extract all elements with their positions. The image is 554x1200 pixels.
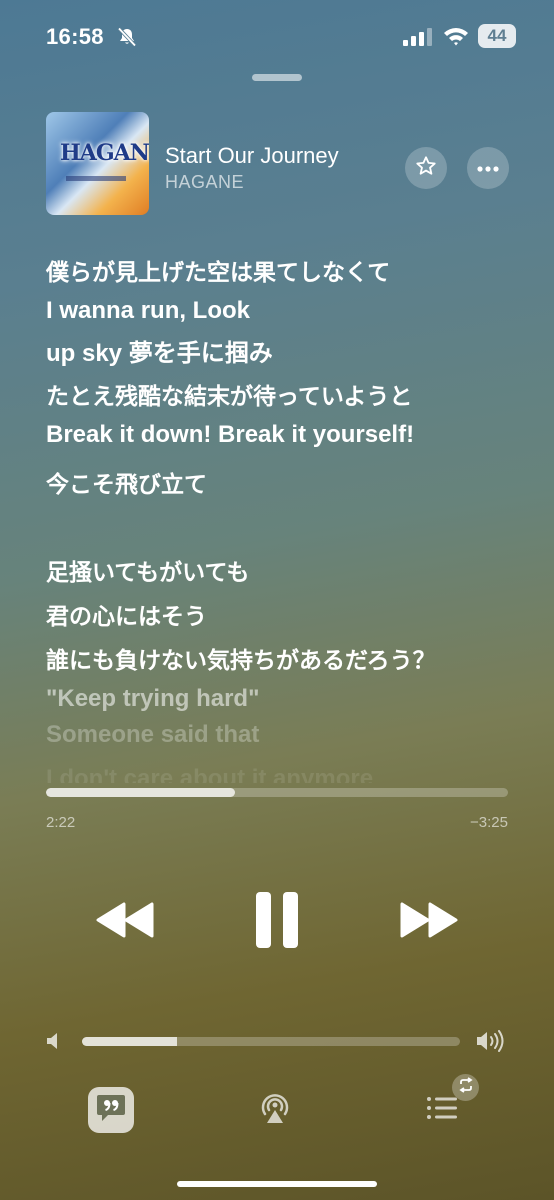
lyric-line[interactable]: Someone said that xyxy=(46,721,259,749)
speaker-high-icon xyxy=(476,1028,506,1059)
battery-indicator: 44 xyxy=(478,24,516,48)
lyric-line[interactable]: Break it down! Break it yourself! xyxy=(46,421,414,449)
track-artist[interactable]: HAGANE xyxy=(165,172,244,193)
queue-button[interactable] xyxy=(426,1095,460,1126)
volume-level-fill xyxy=(82,1037,177,1046)
quote-bubble-icon xyxy=(95,1093,127,1128)
lyric-line[interactable]: I don't care about it anymore xyxy=(46,765,373,783)
repeat-icon xyxy=(458,1077,474,1098)
elapsed-time: 2:22 xyxy=(46,814,76,831)
lyric-line[interactable]: 足掻いてもがいても xyxy=(46,553,249,587)
airplay-icon xyxy=(257,1094,293,1130)
status-time: 16:58 xyxy=(46,24,104,49)
lyric-line[interactable]: I wanna run, Look xyxy=(46,297,250,325)
playback-scrubber[interactable] xyxy=(46,788,508,797)
playback-progress-fill xyxy=(46,788,236,797)
cellular-signal-icon xyxy=(403,28,433,51)
lyric-line[interactable]: up sky 夢を手に掴み xyxy=(46,333,273,368)
pause-icon xyxy=(255,892,299,953)
backward-icon xyxy=(96,902,154,942)
remaining-time: −3:25 xyxy=(470,814,508,831)
artwork-logo: HAGANE xyxy=(60,140,149,166)
volume-slider[interactable] xyxy=(82,1037,460,1046)
lyric-line[interactable]: 僕らが見上げた空は果てしなくて xyxy=(46,253,390,287)
album-artwork: HAGANE xyxy=(46,112,149,215)
lyrics-button[interactable] xyxy=(88,1087,134,1133)
ellipsis-icon xyxy=(477,159,499,177)
star-icon xyxy=(415,155,437,182)
sheet-grabber[interactable] xyxy=(252,74,302,81)
home-indicator[interactable] xyxy=(177,1181,377,1187)
forward-icon xyxy=(400,902,458,942)
lyric-line[interactable]: 君の心にはそう xyxy=(46,597,207,631)
wifi-icon xyxy=(443,25,469,52)
lyric-line[interactable]: 今こそ飛び立て xyxy=(46,465,207,499)
speaker-low-icon xyxy=(46,1032,62,1055)
previous-track-button[interactable] xyxy=(96,902,154,943)
favorite-button[interactable] xyxy=(405,147,447,189)
lyric-line[interactable]: 誰にも負けない気持ちがあるだろう？ xyxy=(46,641,436,675)
lyric-line[interactable]: たとえ残酷な結末が待っていようと xyxy=(46,377,412,411)
airplay-button[interactable] xyxy=(257,1090,293,1131)
next-track-button[interactable] xyxy=(400,902,458,943)
pause-button[interactable] xyxy=(255,891,299,954)
track-title: Start Our Journey xyxy=(165,143,339,168)
list-icon xyxy=(426,1097,460,1125)
more-options-button[interactable] xyxy=(467,147,509,189)
repeat-indicator xyxy=(452,1074,479,1101)
lyric-line[interactable]: "Keep trying hard" xyxy=(46,685,259,713)
bell-slash-icon xyxy=(117,27,137,47)
artwork-decoration xyxy=(66,176,126,181)
